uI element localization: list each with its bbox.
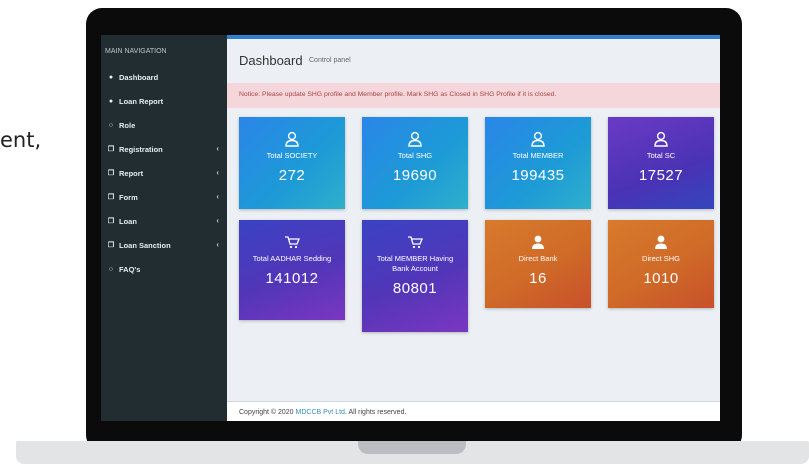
dashboard-icon: ● — [108, 73, 114, 81]
user-icon — [531, 131, 545, 147]
tile-value: 199435 — [511, 167, 565, 184]
footer-suffix: . All rights reserved. — [344, 409, 407, 416]
main-content: Dashboard Control panel Notice: Please u… — [227, 35, 720, 421]
sidebar-item-loan-sanction[interactable]: ❐ Loan Sanction ‹ — [101, 233, 227, 257]
dashboard-icon: ● — [108, 97, 114, 105]
stat-tile-total-society[interactable]: Total SOCIETY 272 — [239, 117, 345, 209]
notice-banner: Notice: Please update SHG profile and Me… — [227, 83, 720, 108]
sidebar-item-loan-report[interactable]: ● Loan Report — [101, 89, 227, 113]
sidebar: MAIN NAVIGATION ● Dashboard ● Loan Repor… — [101, 35, 227, 421]
files-icon: ❐ — [107, 194, 115, 201]
cart-icon — [285, 236, 300, 249]
stat-tile-total-sc[interactable]: Total SC 17527 — [608, 117, 714, 209]
sidebar-item-label: Form — [119, 192, 138, 202]
tile-label: Direct SHG — [642, 254, 680, 263]
footer-prefix: Copyright © 2020 — [239, 409, 296, 416]
tile-value: 80801 — [392, 280, 438, 297]
files-icon: ❐ — [107, 242, 115, 249]
tile-label: Total SC — [646, 151, 676, 160]
laptop-notch — [358, 441, 466, 454]
sidebar-item-role[interactable]: ○ Role — [101, 113, 227, 137]
sidebar-item-report[interactable]: ❐ Report ‹ — [101, 161, 227, 185]
chevron-left-icon: ‹ — [216, 216, 219, 225]
stat-tile-total-member[interactable]: Total MEMBER 199435 — [485, 117, 591, 209]
sidebar-item-label: Dashboard — [119, 72, 159, 82]
tile-value: 19690 — [392, 167, 438, 184]
cart-icon — [408, 236, 423, 249]
footer: Copyright © 2020 MDCCB Pvt Ltd. All righ… — [227, 401, 720, 421]
sidebar-item-label: Loan Sanction — [119, 240, 171, 250]
files-icon: ❐ — [107, 218, 115, 225]
footer-company-link[interactable]: MDCCB Pvt Ltd — [296, 409, 345, 416]
stat-tile-direct-bank[interactable]: Direct Bank 16 — [485, 220, 591, 308]
stat-tile-direct-shg[interactable]: Direct SHG 1010 — [608, 220, 714, 308]
sidebar-item-label: Registration — [119, 144, 163, 154]
stat-tile-aadhar-sedding[interactable]: Total AADHAR Sedding 141012 — [239, 220, 345, 320]
tile-value: 1010 — [643, 270, 679, 287]
user-icon — [408, 131, 422, 147]
chevron-left-icon: ‹ — [216, 192, 219, 201]
files-icon: ❐ — [107, 170, 115, 177]
tile-label: Total SHG — [397, 151, 433, 160]
chevron-left-icon: ‹ — [216, 240, 219, 249]
tile-value: 272 — [278, 167, 306, 184]
laptop-screen: MAIN NAVIGATION ● Dashboard ● Loan Repor… — [101, 35, 720, 421]
sidebar-item-dashboard[interactable]: ● Dashboard — [101, 65, 227, 89]
chevron-left-icon: ‹ — [216, 168, 219, 177]
sidebar-item-loan[interactable]: ❐ Loan ‹ — [101, 209, 227, 233]
user-icon — [285, 131, 299, 147]
sidebar-header: MAIN NAVIGATION — [105, 48, 167, 55]
sidebar-item-label: Role — [119, 120, 136, 130]
sidebar-item-label: Loan Report — [119, 96, 164, 106]
tile-value: 141012 — [265, 270, 319, 287]
sidebar-item-faqs[interactable]: ○ FAQ's — [101, 257, 227, 281]
tile-label: Total MEMBER — [512, 151, 564, 160]
background-partial-text: ent, — [0, 128, 42, 152]
stat-tile-member-bank-account[interactable]: Total MEMBER Having Bank Account 80801 — [362, 220, 468, 332]
sidebar-item-registration[interactable]: ❐ Registration ‹ — [101, 137, 227, 161]
user-solid-icon — [655, 235, 667, 249]
page-title: Dashboard — [239, 53, 303, 68]
tile-label: Total MEMBER Having Bank Account — [376, 254, 454, 273]
sidebar-item-form[interactable]: ❐ Form ‹ — [101, 185, 227, 209]
tile-label: Total AADHAR Sedding — [252, 254, 332, 263]
tile-value: 17527 — [638, 167, 684, 184]
circle-icon: ○ — [108, 121, 114, 129]
tile-label: Direct Bank — [518, 254, 558, 263]
stat-tile-total-shg[interactable]: Total SHG 19690 — [362, 117, 468, 209]
sidebar-item-label: FAQ's — [119, 264, 141, 274]
stage: ent, MAIN NAVIGATION ● Dashboard ● Loan … — [0, 0, 809, 464]
sidebar-item-label: Loan — [119, 216, 137, 226]
sidebar-item-label: Report — [119, 168, 144, 178]
circle-icon: ○ — [108, 265, 114, 273]
files-icon: ❐ — [107, 146, 115, 153]
user-icon — [654, 131, 668, 147]
tile-value: 16 — [529, 270, 547, 287]
page-subtitle: Control panel — [309, 57, 351, 64]
tile-label: Total SOCIETY — [266, 151, 318, 160]
chevron-left-icon: ‹ — [216, 144, 219, 153]
user-solid-icon — [532, 235, 544, 249]
